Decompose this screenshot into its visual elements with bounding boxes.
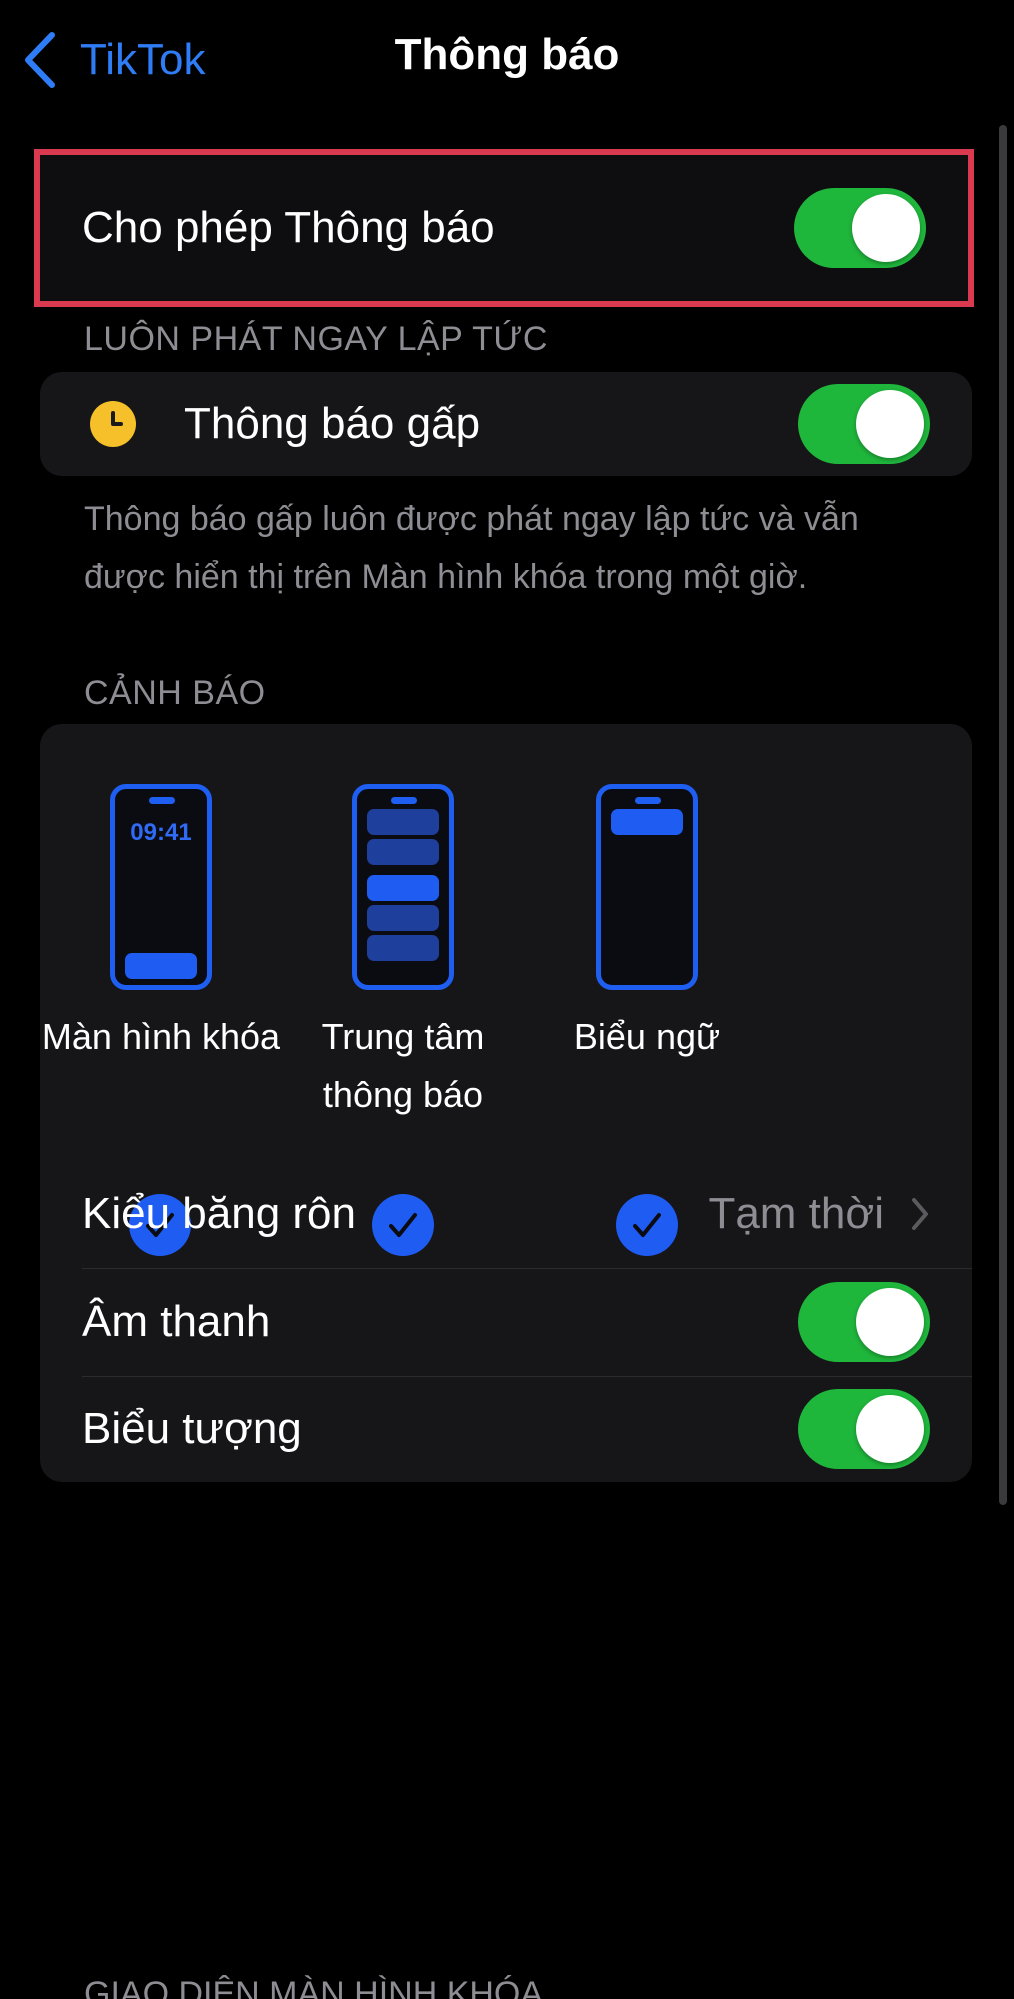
banner-style-value[interactable]: Tạm thời xyxy=(708,1189,930,1239)
scrollbar[interactable] xyxy=(999,125,1007,1505)
allow-notifications-highlight: Cho phép Thông báo xyxy=(34,149,974,307)
toggle-knob xyxy=(856,390,924,458)
immediate-group: Thông báo gấp xyxy=(40,372,972,476)
banner-style-row[interactable]: Kiểu băng rôn Tạm thời xyxy=(40,1160,972,1268)
badges-row: Biểu tượng xyxy=(40,1376,972,1482)
navigation-bar: TikTok Thông báo xyxy=(0,0,1014,120)
badges-label: Biểu tượng xyxy=(82,1404,302,1453)
time-sensitive-description: Thông báo gấp luôn được phát ngay lập tứ… xyxy=(84,500,859,596)
time-sensitive-row: Thông báo gấp xyxy=(40,372,972,476)
alert-option-label: Trung tâm thông báo xyxy=(321,1016,485,1115)
toggle-knob xyxy=(852,194,920,262)
page-title: Thông báo xyxy=(394,30,620,79)
immediate-section-header: LUÔN PHÁT NGAY LẬP TỨC xyxy=(84,320,548,358)
alerts-group: 09:41 Màn hình khóa Trung tâm thông báo … xyxy=(40,724,972,1482)
sounds-toggle[interactable] xyxy=(798,1282,930,1362)
notification-center-phone-icon xyxy=(352,784,454,990)
allow-notifications-label: Cho phép Thông báo xyxy=(82,203,495,252)
toggle-knob xyxy=(856,1288,924,1356)
clock-icon xyxy=(90,401,136,447)
allow-notifications-toggle[interactable] xyxy=(794,188,926,268)
alerts-section-header: CẢNH BÁO xyxy=(84,674,266,712)
banner-style-value-text: Tạm thời xyxy=(708,1189,884,1238)
badges-toggle[interactable] xyxy=(798,1389,930,1469)
lock-screen-appearance-header: GIAO DIỆN MÀN HÌNH KHÓA xyxy=(84,1975,544,1999)
alert-option-banners[interactable]: Biểu ngữ xyxy=(492,784,802,1066)
phone-clock-text: 09:41 xyxy=(130,819,192,846)
time-sensitive-toggle[interactable] xyxy=(798,384,930,464)
alert-option-label: Biểu ngữ xyxy=(573,1016,721,1057)
lock-screen-phone-icon: 09:41 xyxy=(110,784,212,990)
alerts-settings-list: Kiểu băng rôn Tạm thời Âm thanh Biểu tượ… xyxy=(40,1160,972,1482)
sounds-row: Âm thanh xyxy=(40,1268,972,1376)
time-sensitive-label: Thông báo gấp xyxy=(184,399,481,448)
toggle-knob xyxy=(856,1395,924,1463)
allow-notifications-row: Cho phép Thông báo xyxy=(40,155,968,301)
banner-phone-icon xyxy=(596,784,698,990)
banner-style-label: Kiểu băng rôn xyxy=(82,1189,356,1238)
sounds-label: Âm thanh xyxy=(82,1297,271,1346)
chevron-right-icon xyxy=(912,1198,928,1230)
